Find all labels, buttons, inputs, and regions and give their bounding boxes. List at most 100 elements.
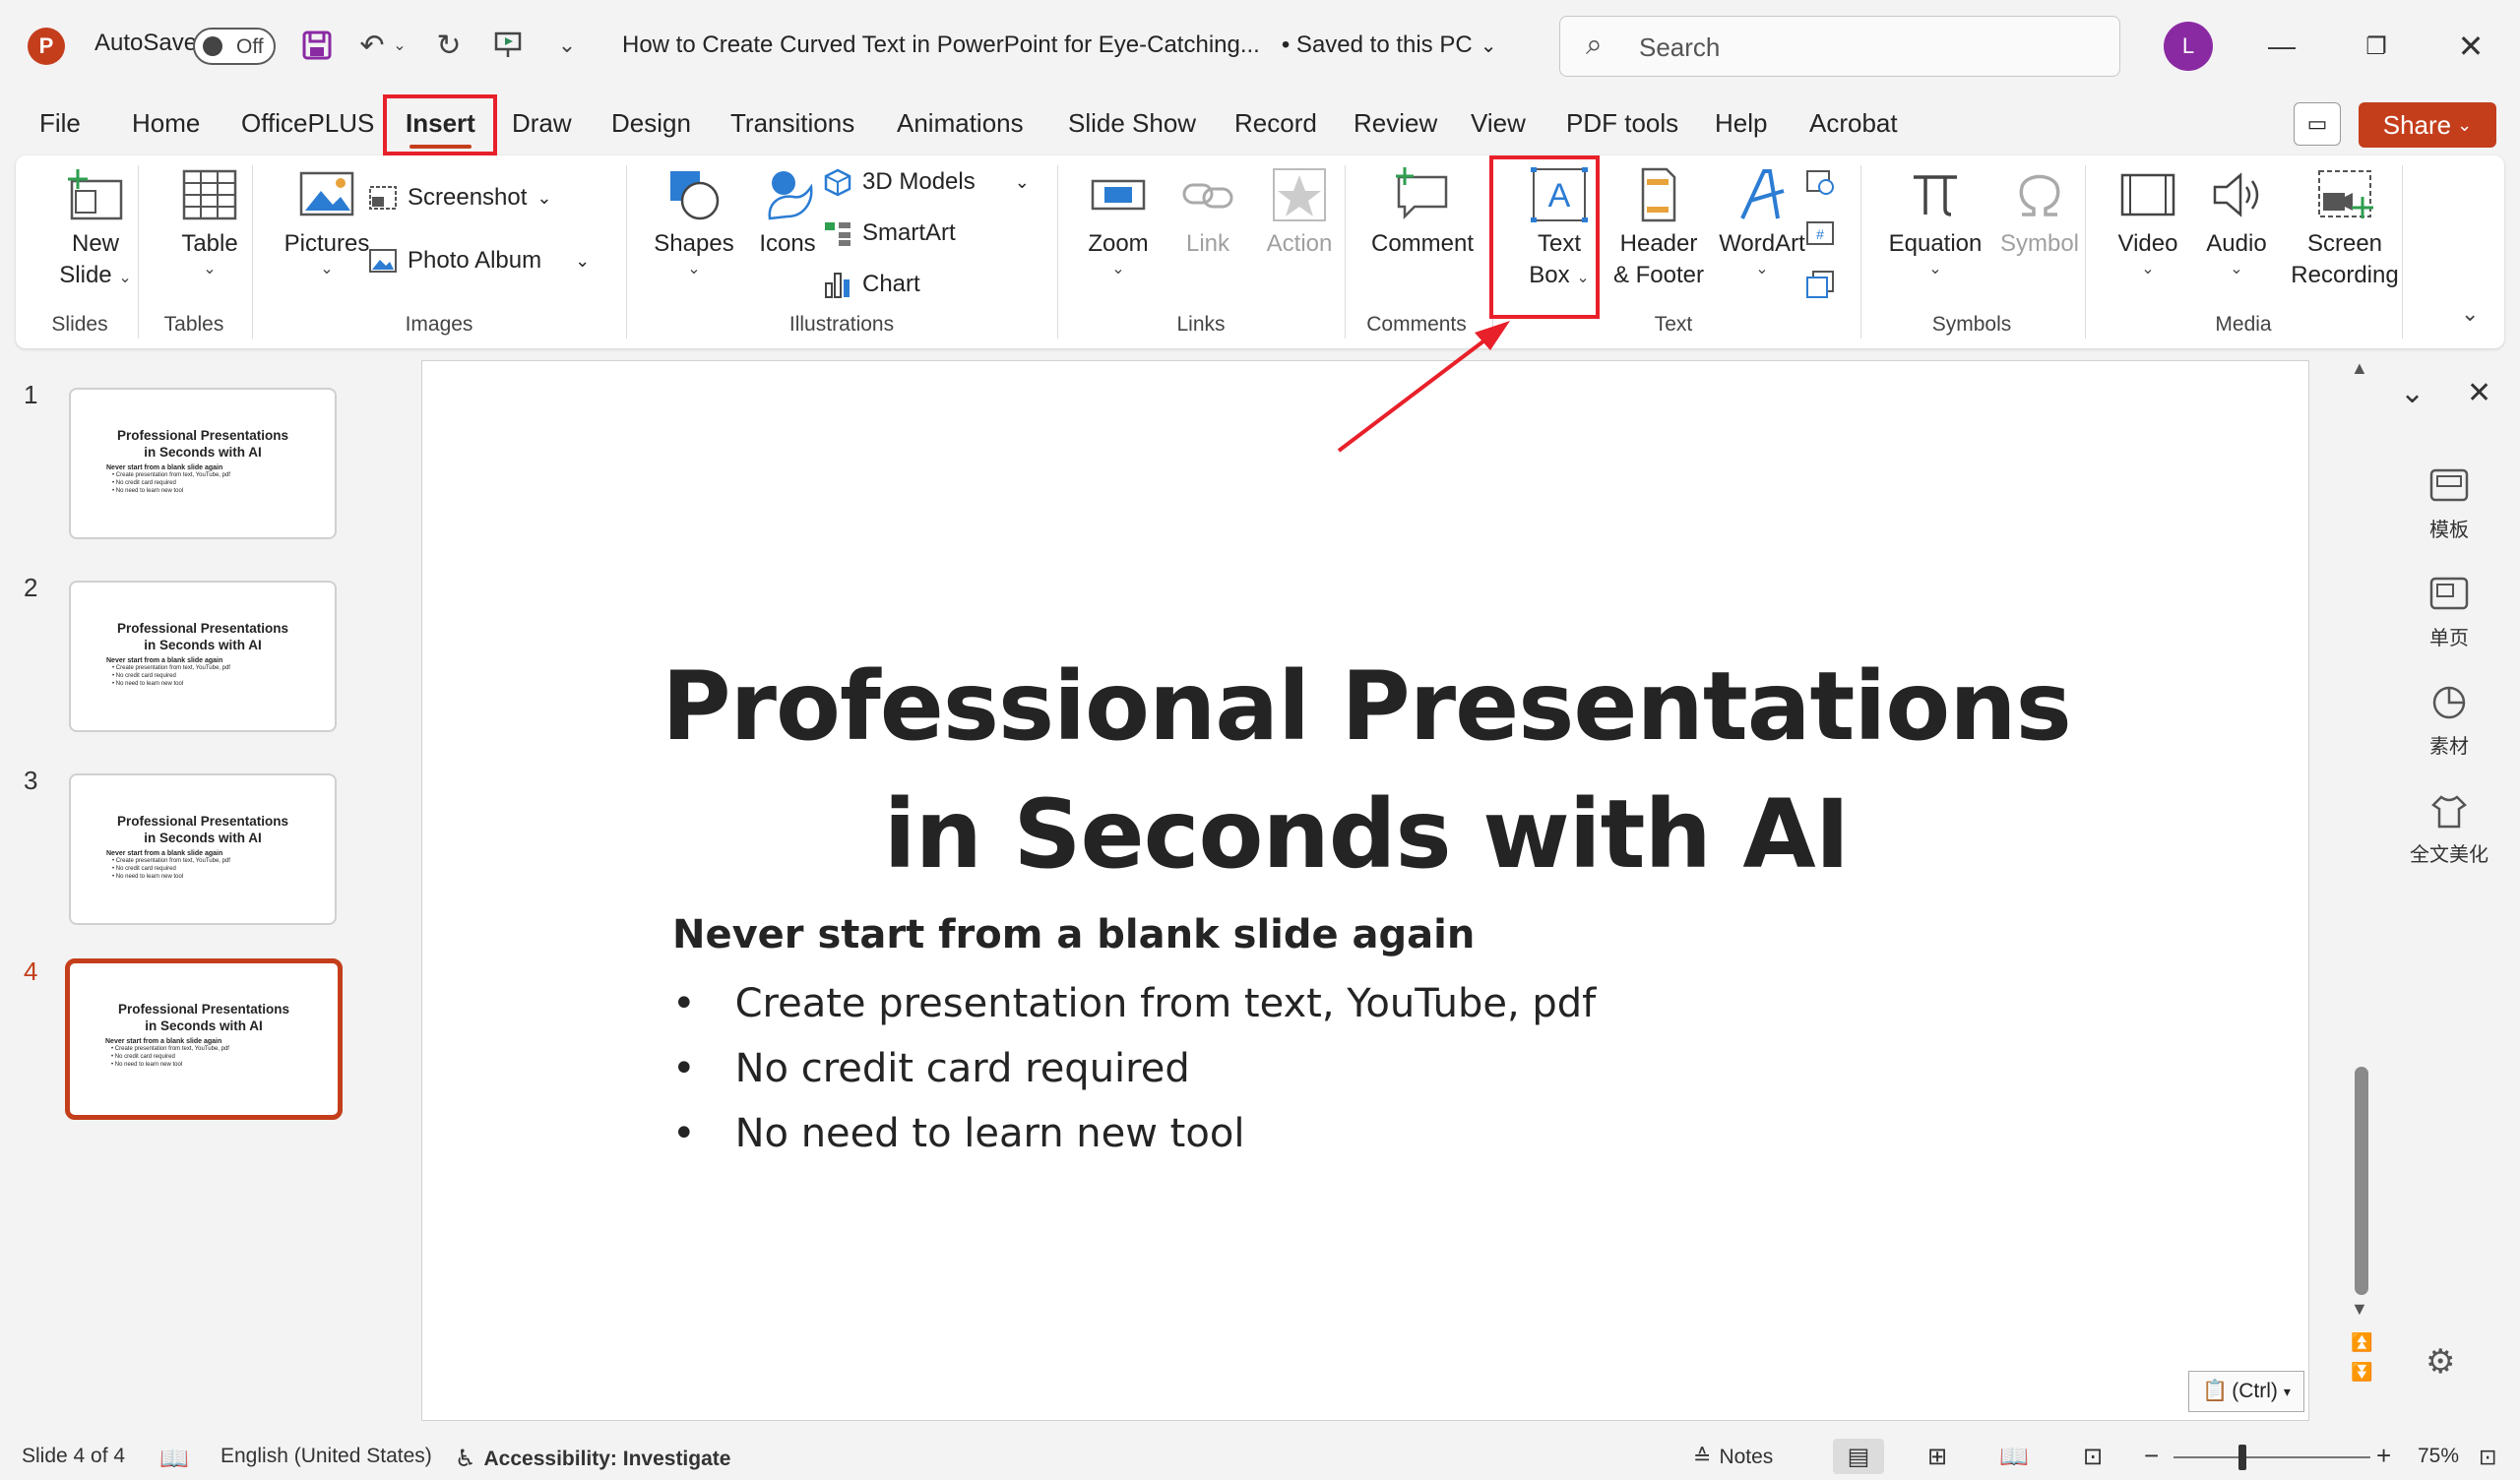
symbol-button[interactable]: Symbol [1990, 167, 2089, 260]
object-button[interactable] [1805, 270, 1835, 299]
tab-officeplus[interactable]: OfficePLUS [241, 108, 374, 139]
next-slide-icon[interactable]: ⏬ [2351, 1362, 2372, 1383]
slide-thumbnail-2[interactable]: Professional Presentations in Seconds wit… [69, 581, 337, 732]
pane-item-single-page[interactable]: 单页 [2404, 577, 2494, 650]
chevron-down-icon: ⌄ [1755, 261, 1769, 278]
link-button[interactable]: Link [1164, 167, 1252, 260]
tab-view[interactable]: View [1471, 108, 1526, 139]
tab-home[interactable]: Home [132, 108, 200, 139]
zoom-slider[interactable] [2174, 1456, 2370, 1458]
zoom-level[interactable]: 75% [2418, 1445, 2459, 1468]
slide-number-button[interactable]: # [1805, 218, 1835, 248]
video-icon [2120, 173, 2175, 216]
autosave-label: AutoSave [94, 30, 198, 56]
tab-transitions[interactable]: Transitions [730, 108, 854, 139]
divider [2402, 165, 2403, 339]
slide-subtitle[interactable]: Never start from a blank slide again [672, 912, 1475, 957]
undo-icon[interactable]: ↶ [352, 26, 392, 65]
minimize-icon[interactable]: — [2252, 22, 2311, 71]
close-pane-icon[interactable]: ✕ [2467, 376, 2491, 410]
vertical-scrollbar[interactable]: ▲ ▼ ⏫ ⏬ [2349, 358, 2372, 1391]
zoom-in-icon[interactable]: + [2376, 1441, 2391, 1471]
chart-button[interactable]: Chart [823, 270, 920, 299]
slide-thumbnail-4[interactable]: Professional Presentations in Seconds wit… [65, 958, 343, 1120]
table-button[interactable]: Table ⌄ [156, 167, 264, 279]
link-icon [1182, 183, 1233, 209]
slide-thumbnail-3[interactable]: Professional Presentations in Seconds wit… [69, 773, 337, 925]
scrollbar-thumb[interactable] [2355, 1067, 2368, 1295]
redo-icon[interactable]: ↻ [429, 26, 469, 65]
slide-counter[interactable]: Slide 4 of 4 [22, 1445, 125, 1468]
collapse-ribbon-icon[interactable]: ⌄ [2461, 301, 2479, 327]
gear-icon[interactable]: ⚙ [2426, 1342, 2455, 1382]
action-button[interactable]: Action [1250, 167, 1349, 260]
new-slide-button[interactable]: New Slide ⌄ [41, 167, 150, 291]
tab-review[interactable]: Review [1354, 108, 1437, 139]
customize-toolbar-icon[interactable]: ⌄ [547, 26, 587, 65]
comments-icon[interactable]: ▭ [2294, 102, 2341, 146]
equation-button[interactable]: Equation ⌄ [1874, 167, 1996, 279]
document-title[interactable]: How to Create Curved Text in PowerPoint … [622, 31, 1496, 59]
spelling-icon[interactable]: 📖 [159, 1445, 189, 1473]
paste-options-button[interactable]: 📋 (Ctrl) ▾ [2188, 1371, 2304, 1412]
date-time-button[interactable] [1805, 167, 1835, 197]
tab-draw[interactable]: Draw [512, 108, 572, 139]
icons-button[interactable]: Icons [738, 167, 837, 260]
wordart-button[interactable]: WordArt ⌄ [1713, 167, 1811, 279]
tab-animations[interactable]: Animations [897, 108, 1024, 139]
pane-item-label: 全文美化 [2410, 844, 2488, 866]
divider [252, 165, 253, 339]
scroll-down-icon[interactable]: ▼ [2351, 1299, 2368, 1320]
share-button[interactable]: Share ⌄ [2359, 102, 2496, 148]
slide-canvas[interactable]: Professional Presentations in Seconds wi… [421, 360, 2309, 1421]
fit-slide-icon[interactable]: ⊡ [2479, 1445, 2496, 1470]
ribbon-tabs: File Home OfficePLUS Insert Draw Design … [0, 96, 2520, 154]
zoom-slider-handle[interactable] [2238, 1445, 2246, 1470]
pane-item-templates[interactable]: 模板 [2404, 468, 2494, 542]
tab-record[interactable]: Record [1234, 108, 1317, 139]
screen-recording-button[interactable]: Screen Recording [2276, 167, 2414, 291]
search-box[interactable]: ⌕ Search [1559, 16, 2120, 77]
zoom-out-icon[interactable]: − [2144, 1441, 2159, 1471]
tab-slide-show[interactable]: Slide Show [1068, 108, 1196, 139]
smartart-button[interactable]: SmartArt [823, 218, 956, 248]
slide-thumbnail-1[interactable]: Professional Presentations in Seconds wit… [69, 388, 337, 539]
video-button[interactable]: Video ⌄ [2099, 167, 2197, 279]
tab-help[interactable]: Help [1715, 108, 1767, 139]
audio-button[interactable]: Audio ⌄ [2187, 167, 2286, 279]
reading-view-icon[interactable]: 📖 [1988, 1439, 2040, 1474]
zoom-button[interactable]: Zoom ⌄ [1069, 167, 1167, 279]
pane-item-beautify[interactable]: 全文美化 [2404, 793, 2494, 867]
pane-item-materials[interactable]: 素材 [2404, 685, 2494, 759]
slide-title[interactable]: Professional Presentations in Seconds wi… [422, 643, 2310, 898]
language-indicator[interactable]: English (United States) [220, 1445, 432, 1468]
header-footer-button[interactable]: Header & Footer [1605, 167, 1713, 291]
avatar[interactable]: L [2164, 22, 2213, 71]
present-icon[interactable] [488, 26, 528, 65]
comment-button[interactable]: Comment [1358, 167, 1486, 260]
3d-models-button[interactable]: 3D Models ⌄ [823, 167, 1030, 197]
normal-view-icon[interactable]: ▤ [1833, 1439, 1884, 1474]
slide-bullet-list[interactable]: • Create presentation from text, YouTube,… [672, 971, 1596, 1166]
notes-button[interactable]: ≙ Notes [1693, 1445, 1773, 1470]
collapse-pane-icon[interactable]: ⌄ [2400, 376, 2425, 410]
save-icon[interactable] [297, 26, 337, 65]
screenshot-button[interactable]: Screenshot ⌄ [368, 183, 552, 213]
scroll-up-icon[interactable]: ▲ [2351, 358, 2368, 379]
close-icon[interactable]: ✕ [2441, 22, 2500, 71]
thumb-bullet: • No need to learn new tool [112, 488, 184, 494]
photo-album-button[interactable]: Photo Album ⌄ [368, 246, 590, 276]
photo-album-icon [369, 249, 397, 273]
tab-file[interactable]: File [39, 108, 81, 139]
accessibility-status[interactable]: ♿ Accessibility: Investigate [455, 1445, 730, 1473]
tab-acrobat[interactable]: Acrobat [1809, 108, 1898, 139]
undo-dropdown-icon[interactable]: ⌄ [390, 26, 410, 65]
shapes-button[interactable]: Shapes ⌄ [640, 167, 748, 279]
slide-sorter-icon[interactable]: ⊞ [1912, 1439, 1963, 1474]
restore-icon[interactable]: ❐ [2347, 22, 2406, 71]
previous-slide-icon[interactable]: ⏫ [2351, 1332, 2372, 1353]
autosave-toggle[interactable]: Off [193, 28, 276, 65]
slide-show-icon[interactable]: ⊡ [2067, 1439, 2118, 1474]
tab-pdf-tools[interactable]: PDF tools [1566, 108, 1678, 139]
tab-design[interactable]: Design [611, 108, 691, 139]
